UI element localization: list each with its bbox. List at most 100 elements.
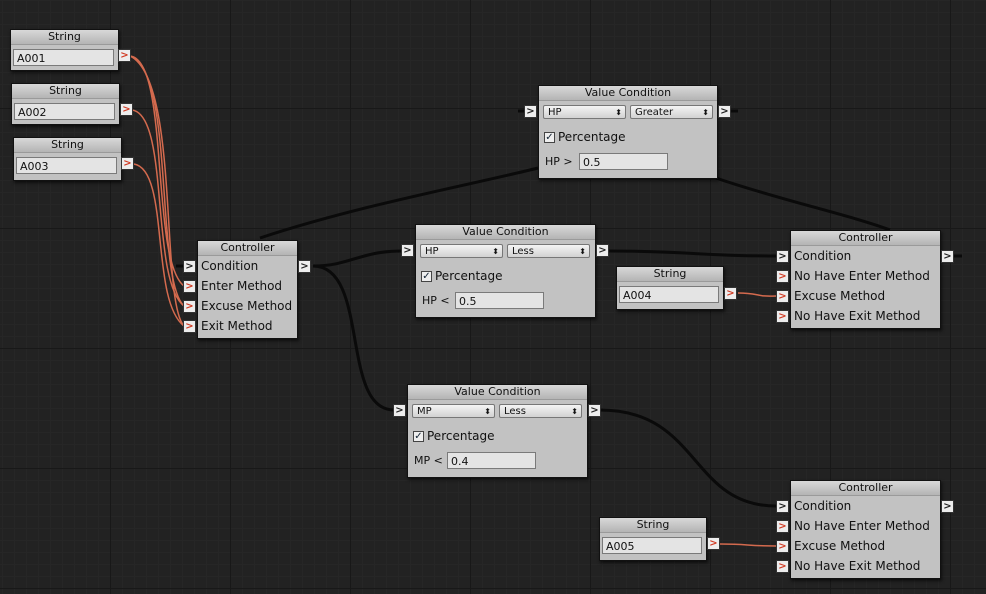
select-value: Greater [635, 107, 674, 118]
wire-a005 [719, 543, 777, 547]
condition-input-port[interactable]: > [183, 260, 196, 273]
threshold-field[interactable]: 0.5 [455, 292, 544, 309]
select-value: HP [548, 107, 562, 118]
checkbox-label: Percentage [558, 130, 626, 144]
variable-select[interactable]: HP ⬍ [543, 105, 626, 119]
expr-operator: < [433, 454, 443, 467]
wire-a004 [737, 292, 777, 297]
exit-method-input-port[interactable]: > [776, 310, 789, 323]
condition-input-row: Condition [794, 497, 851, 515]
controller-node[interactable]: Controller Condition Enter Method Excuse… [197, 240, 298, 339]
condition-output-port[interactable]: > [941, 500, 954, 513]
exit-method-input-port[interactable]: > [776, 560, 789, 573]
enter-method-input-port[interactable]: > [183, 280, 196, 293]
checkbox-checked-icon[interactable]: ✓ [421, 271, 432, 282]
expression-label: HP < [422, 292, 450, 309]
checkbox-checked-icon[interactable]: ✓ [413, 431, 424, 442]
controller-node[interactable]: Controller Condition No Have Enter Metho… [790, 480, 941, 579]
value-condition-node[interactable]: Value Condition HP ⬍ Greater ⬍ ✓ Percentage… [538, 85, 718, 179]
wire-a001-exit [129, 55, 185, 327]
percentage-toggle[interactable]: ✓ Percentage [413, 429, 495, 443]
string-node[interactable]: String A005 [599, 517, 707, 561]
variable-select[interactable]: HP ⬍ [420, 244, 503, 258]
row-label: Excuse Method [794, 289, 886, 303]
string-value-field[interactable]: A003 [16, 157, 117, 174]
select-value: Less [512, 246, 534, 257]
enter-method-row: Enter Method [201, 277, 282, 295]
node-title: Controller [791, 481, 940, 496]
exit-method-input-port[interactable]: > [183, 320, 196, 333]
output-port[interactable]: > [120, 103, 133, 116]
condition-input-port[interactable]: > [776, 250, 789, 263]
comparison-select[interactable]: Less ⬍ [507, 244, 590, 258]
checkbox-checked-icon[interactable]: ✓ [544, 132, 555, 143]
value-condition-node[interactable]: Value Condition MP ⬍ Less ⬍ ✓ Percentage MP… [407, 384, 588, 478]
node-title: Value Condition [408, 385, 587, 400]
output-port[interactable]: > [121, 157, 134, 170]
condition-input-port[interactable]: > [393, 404, 406, 417]
enter-method-input-port[interactable]: > [776, 270, 789, 283]
string-value-field[interactable]: A001 [13, 49, 114, 66]
node-title: Value Condition [539, 86, 717, 101]
string-value-field[interactable]: A004 [619, 286, 719, 303]
output-port[interactable]: > [724, 287, 737, 300]
wire-a003 [133, 163, 185, 327]
enter-method-input-port[interactable]: > [776, 520, 789, 533]
output-port[interactable]: > [707, 537, 720, 550]
select-value: MP [417, 406, 432, 417]
condition-output-port[interactable]: > [718, 105, 731, 118]
string-node[interactable]: String A002 [11, 83, 120, 125]
condition-input-row: Condition [794, 247, 851, 265]
percentage-toggle[interactable]: ✓ Percentage [421, 269, 503, 283]
node-title: String [14, 138, 121, 153]
condition-input-port[interactable]: > [776, 500, 789, 513]
node-title: Value Condition [416, 225, 595, 240]
condition-input-port[interactable]: > [401, 244, 414, 257]
string-node[interactable]: String A001 [10, 29, 119, 71]
row-label: No Have Exit Method [794, 309, 921, 323]
select-arrows-icon: ⬍ [571, 407, 578, 416]
wire-a001-excuse [129, 55, 185, 307]
select-arrows-icon: ⬍ [702, 108, 709, 117]
controller-node[interactable]: Controller Condition No Have Enter Metho… [790, 230, 941, 329]
row-label: Condition [201, 259, 259, 273]
wire-vc1-to-controller2 [715, 176, 891, 232]
percentage-toggle[interactable]: ✓ Percentage [544, 130, 626, 144]
excuse-method-input-port[interactable]: > [776, 540, 789, 553]
node-title: Controller [198, 241, 297, 256]
value-condition-node[interactable]: Value Condition HP ⬍ Less ⬍ ✓ Percentage HP… [415, 224, 596, 318]
threshold-field[interactable]: 0.5 [579, 153, 668, 170]
select-arrows-icon: ⬍ [484, 407, 491, 416]
string-value-field[interactable]: A002 [14, 103, 115, 120]
expr-variable: HP [545, 155, 560, 168]
condition-output-port[interactable]: > [941, 250, 954, 263]
no-have-enter-method-row: No Have Enter Method [794, 267, 930, 285]
excuse-method-row: Excuse Method [201, 297, 292, 315]
condition-output-port[interactable]: > [588, 404, 601, 417]
row-label: Excuse Method [201, 299, 293, 313]
expr-variable: HP [422, 294, 437, 307]
comparison-select[interactable]: Less ⬍ [499, 404, 582, 418]
row-label: Exit Method [201, 319, 273, 333]
excuse-method-input-port[interactable]: > [776, 290, 789, 303]
select-value: Less [504, 406, 526, 417]
condition-input-port[interactable]: > [524, 105, 537, 118]
string-node[interactable]: String A004 [616, 266, 724, 310]
threshold-field[interactable]: 0.4 [447, 452, 536, 469]
expr-variable: MP [414, 454, 431, 467]
expression-label: HP > [545, 153, 573, 170]
checkbox-label: Percentage [435, 269, 503, 283]
condition-output-port[interactable]: > [298, 260, 311, 273]
excuse-method-row: Excuse Method [794, 287, 885, 305]
string-value-field[interactable]: A005 [602, 537, 702, 554]
excuse-method-input-port[interactable]: > [183, 300, 196, 313]
excuse-method-row: Excuse Method [794, 537, 885, 555]
condition-output-port[interactable]: > [596, 244, 609, 257]
wire-controller-to-vc2 [312, 249, 403, 268]
string-node[interactable]: String A003 [13, 137, 122, 181]
comparison-select[interactable]: Greater ⬍ [630, 105, 713, 119]
output-port[interactable]: > [118, 49, 131, 62]
variable-select[interactable]: MP ⬍ [412, 404, 495, 418]
node-graph-canvas[interactable]: String A001 > String A002 > String A003 … [0, 0, 986, 594]
expr-operator: < [440, 294, 450, 307]
